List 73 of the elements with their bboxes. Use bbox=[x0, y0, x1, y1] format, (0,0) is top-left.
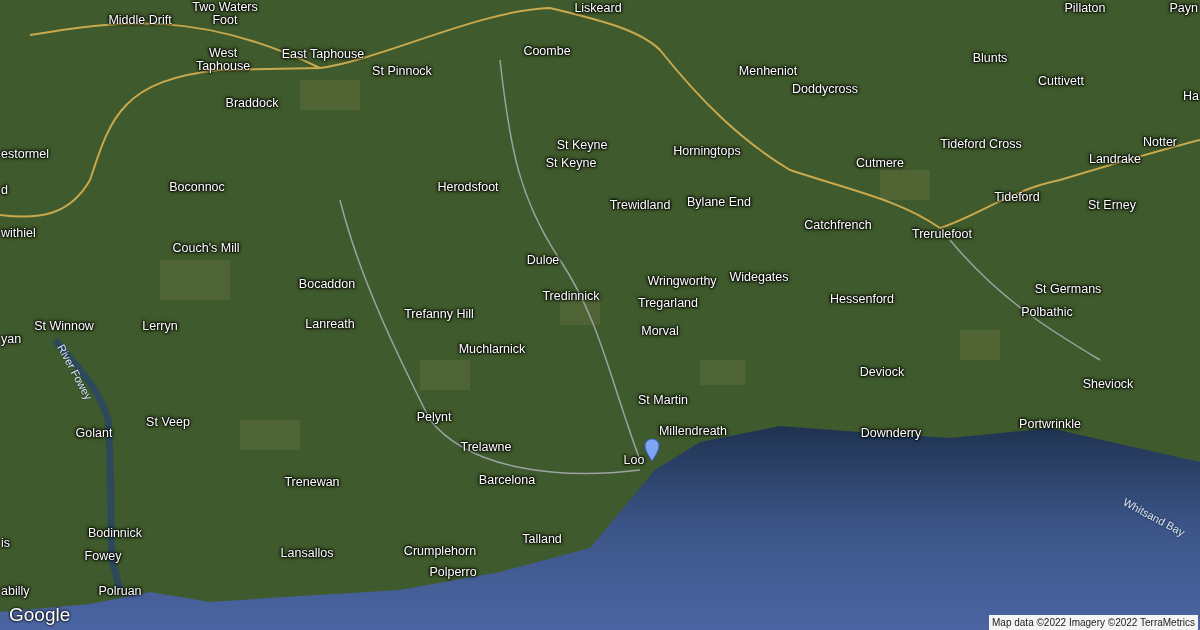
place-label: St Keyne bbox=[556, 138, 608, 152]
place-label: St Veep bbox=[146, 415, 190, 429]
place-label: St Keyne bbox=[545, 156, 597, 170]
place-label: Muchlarnick bbox=[458, 342, 526, 356]
place-label: Menheniot bbox=[738, 64, 798, 78]
place-label: Cutmere bbox=[856, 156, 904, 170]
place-label: Notter bbox=[1143, 135, 1177, 149]
place-label: Coombe bbox=[523, 44, 571, 58]
place-label: Polruan bbox=[98, 584, 142, 598]
place-label: Lansallos bbox=[280, 546, 334, 560]
place-label: Golant bbox=[75, 426, 113, 440]
place-label: Doddycross bbox=[792, 82, 858, 96]
place-label: Lerryn bbox=[142, 319, 178, 333]
place-label: Loo bbox=[623, 453, 645, 467]
place-label: withiel bbox=[1, 226, 36, 240]
place-label: Bylane End bbox=[687, 195, 751, 209]
place-label: d bbox=[1, 183, 8, 197]
place-label: yan bbox=[1, 332, 22, 346]
place-label: Talland bbox=[522, 532, 562, 546]
place-label: Horningtops bbox=[673, 144, 741, 158]
place-label: Blunts bbox=[972, 51, 1008, 65]
satellite-map[interactable] bbox=[0, 0, 1200, 630]
place-label: Fowey bbox=[84, 549, 122, 563]
place-label: St Pinnock bbox=[372, 64, 432, 78]
place-label: Braddock bbox=[225, 96, 279, 110]
place-label: abilly bbox=[1, 584, 30, 598]
place-label: Liskeard bbox=[574, 1, 622, 15]
place-label: Ha bbox=[1183, 89, 1199, 103]
place-label: Middle Drift bbox=[108, 13, 172, 27]
place-label: Deviock bbox=[859, 365, 905, 379]
place-label: Payn bbox=[1169, 1, 1198, 15]
place-label: Boconnoc bbox=[169, 180, 225, 194]
place-label: Widegates bbox=[729, 270, 789, 284]
place-label: is bbox=[1, 536, 11, 550]
place-label: Pillaton bbox=[1064, 1, 1106, 15]
place-label: Hessenford bbox=[830, 292, 894, 306]
place-label: Bocaddon bbox=[298, 277, 356, 291]
place-label: Lanreath bbox=[305, 317, 355, 331]
place-label: Sheviock bbox=[1082, 377, 1134, 391]
place-label: Tregarland bbox=[638, 296, 698, 310]
place-label: Trelawne bbox=[460, 440, 512, 454]
place-label: Downderry bbox=[860, 426, 922, 440]
map-pin-icon[interactable] bbox=[644, 438, 660, 462]
place-label: Tredinnick bbox=[542, 289, 600, 303]
place-label: Catchfrench bbox=[804, 218, 872, 232]
place-label: Couch's Mill bbox=[172, 241, 240, 255]
place-label: Polperro bbox=[429, 565, 477, 579]
place-label: Duloe bbox=[526, 253, 560, 267]
place-label: Herodsfoot bbox=[437, 180, 499, 194]
place-label: Polbathic bbox=[1021, 305, 1073, 319]
attribution-text: Map data ©2022 Imagery ©2022 TerraMetrics bbox=[989, 615, 1198, 630]
place-label: St Winnow bbox=[34, 319, 94, 333]
place-label: Trewidland bbox=[609, 198, 671, 212]
place-label: Millendreath bbox=[658, 424, 728, 438]
place-label: Crumplehorn bbox=[403, 544, 477, 558]
place-label: St Erney bbox=[1088, 198, 1136, 212]
place-label: West Taphouse bbox=[194, 47, 252, 73]
place-label: Pelynt bbox=[416, 410, 452, 424]
place-label: Trerulefoot bbox=[912, 227, 972, 241]
place-label: St Germans bbox=[1034, 282, 1102, 296]
place-label: estormel bbox=[1, 147, 49, 161]
place-label: St Martin bbox=[638, 393, 688, 407]
place-label: Portwrinkle bbox=[1019, 417, 1081, 431]
place-label: Barcelona bbox=[478, 473, 536, 487]
place-label: Bodinnick bbox=[87, 526, 143, 540]
place-label: Morval bbox=[641, 324, 679, 338]
place-label: Trefanny Hill bbox=[404, 307, 474, 321]
place-label: Trenewan bbox=[284, 475, 340, 489]
google-logo: Google bbox=[9, 604, 71, 626]
place-label: Wringworthy bbox=[647, 274, 717, 288]
place-label: Cuttivett bbox=[1038, 74, 1084, 88]
place-label: Two Waters Foot bbox=[191, 1, 259, 27]
place-label: Tideford Cross bbox=[940, 137, 1022, 151]
